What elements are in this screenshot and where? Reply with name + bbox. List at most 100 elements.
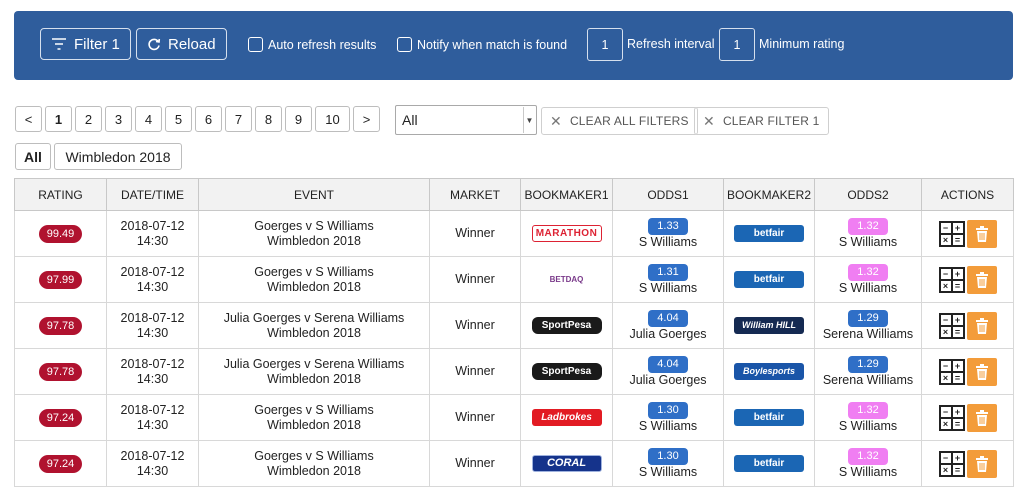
odds1-badge: 4.04 xyxy=(648,355,688,373)
calculator-icon[interactable]: − + × = xyxy=(938,312,965,339)
selection2: Serena Williams xyxy=(822,372,914,387)
notify-toggle[interactable]: Notify when match is found xyxy=(397,37,567,52)
bookmaker2-logo[interactable]: betfair xyxy=(734,225,804,242)
filter-button-label: Filter 1 xyxy=(74,35,120,53)
prev-page-button[interactable]: < xyxy=(15,106,42,132)
page-7-button[interactable]: 7 xyxy=(225,106,252,132)
close-icon: ✕ xyxy=(550,112,562,129)
reload-button-label: Reload xyxy=(168,35,216,53)
header-bookmaker1[interactable]: BOOKMAKER1 xyxy=(520,178,613,211)
match-time: 14:30 xyxy=(136,371,169,386)
trash-icon[interactable] xyxy=(966,311,997,340)
calculator-icon[interactable]: − + × = xyxy=(938,266,965,293)
header-event[interactable]: EVENT xyxy=(198,178,430,211)
notify-label: Notify when match is found xyxy=(417,37,568,52)
header-odds1[interactable]: ODDS1 xyxy=(612,178,724,211)
trash-icon[interactable] xyxy=(966,265,997,294)
refresh-interval-input[interactable]: 1 xyxy=(587,28,623,61)
notify-checkbox[interactable] xyxy=(397,37,412,52)
auto-refresh-toggle[interactable]: Auto refresh results xyxy=(248,37,376,52)
match-date: 2018-07-12 xyxy=(120,218,185,233)
tag-all[interactable]: All xyxy=(15,143,51,170)
selection1: S Williams xyxy=(638,280,698,295)
calculator-icon[interactable]: − + × = xyxy=(938,450,965,477)
calculator-icon[interactable]: − + × = xyxy=(938,358,965,385)
bookmaker1-logo[interactable]: CORAL xyxy=(531,455,602,472)
bookmaker2-logo[interactable]: William HILL xyxy=(734,317,804,334)
bookmaker1-logo[interactable]: SportPesa xyxy=(531,317,602,334)
trash-icon[interactable] xyxy=(966,219,997,248)
selection2: S Williams xyxy=(838,280,898,295)
trash-icon[interactable] xyxy=(966,403,997,432)
rating-badge: 97.24 xyxy=(38,408,83,427)
results-table: RATING DATE/TIME EVENT MARKET BOOKMAKER1… xyxy=(14,178,1014,487)
page-9-button[interactable]: 9 xyxy=(285,106,312,132)
bookmaker2-logo[interactable]: betfair xyxy=(734,409,804,426)
competition-name: Wimbledon 2018 xyxy=(267,463,361,478)
page-4-button[interactable]: 4 xyxy=(135,106,162,132)
event-name: Goerges v S Williams xyxy=(254,264,374,279)
next-page-button[interactable]: > xyxy=(353,106,380,132)
match-date: 2018-07-12 xyxy=(120,356,185,371)
page-6-button[interactable]: 6 xyxy=(195,106,222,132)
selection2: Serena Williams xyxy=(822,326,914,341)
bookmaker1-logo[interactable]: Ladbrokes xyxy=(531,409,602,426)
page-1-button[interactable]: 1 xyxy=(45,106,72,132)
calculator-icon[interactable]: − + × = xyxy=(938,404,965,431)
header-bookmaker2[interactable]: BOOKMAKER2 xyxy=(723,178,815,211)
market-cell: Winner xyxy=(429,210,521,257)
rating-badge: 97.78 xyxy=(38,362,83,381)
rating-badge: 97.24 xyxy=(38,454,83,473)
match-time: 14:30 xyxy=(136,325,169,340)
header-datetime[interactable]: DATE/TIME xyxy=(106,178,199,211)
competition-name: Wimbledon 2018 xyxy=(267,325,361,340)
competition-select-value: All xyxy=(402,112,418,128)
market-cell: Winner xyxy=(429,440,521,487)
reload-button[interactable]: Reload xyxy=(136,28,227,60)
auto-refresh-checkbox[interactable] xyxy=(248,37,263,52)
min-rating-input[interactable]: 1 xyxy=(719,28,755,61)
odds1-badge: 1.30 xyxy=(648,447,688,465)
clear-all-filters-button[interactable]: ✕ CLEAR ALL FILTERS xyxy=(541,107,698,135)
tag-wimbledon-2018[interactable]: Wimbledon 2018 xyxy=(54,143,182,170)
auto-refresh-label: Auto refresh results xyxy=(268,37,377,52)
clear-filter-button[interactable]: ✕ CLEAR FILTER 1 xyxy=(694,107,829,135)
refresh-interval-label: Refresh interval xyxy=(627,37,715,51)
filter-button[interactable]: Filter 1 xyxy=(40,28,131,60)
trash-icon[interactable] xyxy=(966,449,997,478)
bookmaker2-logo[interactable]: betfair xyxy=(734,455,804,472)
market-cell: Winner xyxy=(429,302,521,349)
competition-select[interactable]: All ▼ xyxy=(395,105,537,135)
match-date: 2018-07-12 xyxy=(120,264,185,279)
page-2-button[interactable]: 2 xyxy=(75,106,102,132)
selection2: S Williams xyxy=(838,234,898,249)
market-cell: Winner xyxy=(429,394,521,441)
odds1-badge: 1.31 xyxy=(648,263,688,281)
page-8-button[interactable]: 8 xyxy=(255,106,282,132)
table-row: 97.99 2018-07-12 14:30 Goerges v S Willia… xyxy=(14,256,1014,303)
header-actions: ACTIONS xyxy=(921,178,1014,211)
header-market[interactable]: MARKET xyxy=(429,178,521,211)
competition-name: Wimbledon 2018 xyxy=(267,417,361,432)
event-name: Julia Goerges v Serena Williams xyxy=(223,310,405,325)
calculator-icon[interactable]: − + × = xyxy=(938,220,965,247)
trash-icon[interactable] xyxy=(966,357,997,386)
bookmaker1-logo[interactable]: MARATHON xyxy=(531,225,602,242)
match-time: 14:30 xyxy=(136,279,169,294)
header-rating[interactable]: RATING xyxy=(14,178,107,211)
toolbar: Filter 1 Reload Auto refresh results Not… xyxy=(14,11,1013,80)
odds2-badge: 1.29 xyxy=(848,355,888,373)
page-3-button[interactable]: 3 xyxy=(105,106,132,132)
bookmaker2-logo[interactable]: betfair xyxy=(734,271,804,288)
page-10-button[interactable]: 10 xyxy=(315,106,350,132)
odds1-badge: 1.33 xyxy=(648,217,688,235)
bookmaker1-logo[interactable]: SportPesa xyxy=(531,363,602,380)
page-5-button[interactable]: 5 xyxy=(165,106,192,132)
chevron-down-icon: ▼ xyxy=(523,107,535,133)
bookmaker1-logo[interactable]: BETDAQ xyxy=(532,271,602,288)
refresh-icon xyxy=(148,38,161,51)
filter-icon xyxy=(52,38,66,50)
header-odds2[interactable]: ODDS2 xyxy=(814,178,922,211)
odds2-badge: 1.29 xyxy=(848,309,888,327)
bookmaker2-logo[interactable]: Boylesports xyxy=(734,363,804,380)
